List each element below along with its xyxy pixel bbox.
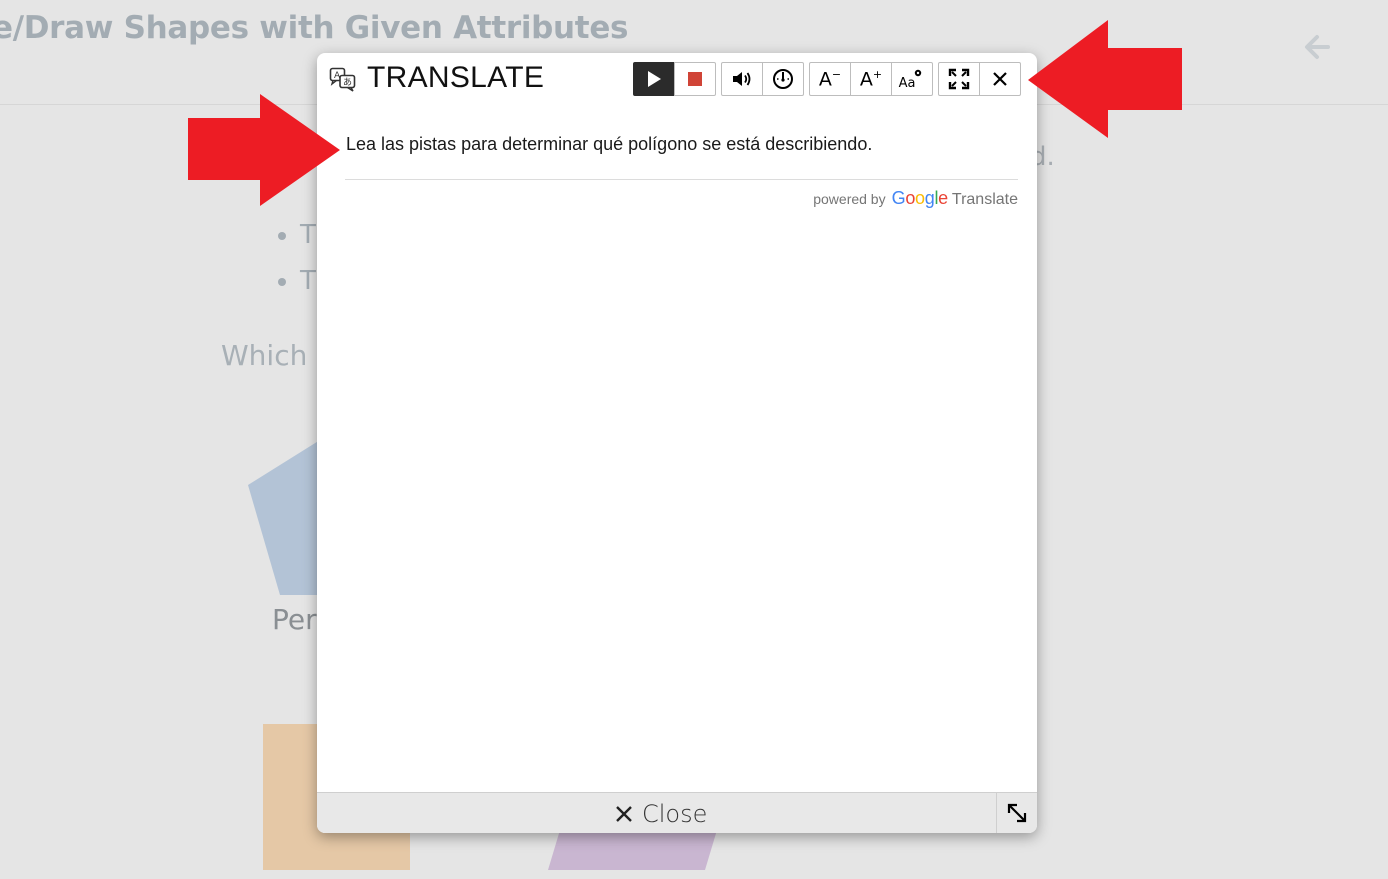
volume-icon: [733, 72, 751, 86]
divider: [345, 179, 1018, 180]
audio-controls: [721, 62, 804, 96]
red-arrow-left-annotation: [1028, 20, 1182, 138]
volume-button[interactable]: [721, 62, 763, 96]
play-icon: [648, 71, 661, 87]
stop-button[interactable]: [674, 62, 716, 96]
close-x-icon: [614, 804, 634, 824]
red-arrow-right-annotation: [188, 94, 340, 206]
close-label: Close: [642, 800, 708, 828]
resize-button[interactable]: [996, 793, 1037, 833]
font-decrease-button[interactable]: A−: [809, 62, 851, 96]
translate-icon: A あ: [329, 67, 356, 92]
gear-icon: [915, 69, 922, 77]
close-toolbar-button[interactable]: [979, 62, 1021, 96]
pentagon-shape[interactable]: [248, 440, 320, 595]
google-logo: Google: [891, 188, 949, 208]
powered-by-google-translate[interactable]: powered by Google Translate: [813, 188, 1018, 209]
playback-controls: [633, 62, 716, 96]
speedometer-icon: [773, 69, 793, 89]
font-controls: A− A+ Aa: [809, 62, 933, 96]
parallelogram-shape[interactable]: [548, 830, 717, 870]
fullscreen-icon: [948, 68, 970, 90]
dialog-title: TRANSLATE: [367, 61, 545, 94]
window-controls: [938, 62, 1021, 96]
font-decrease-label: A−: [818, 67, 842, 91]
play-button[interactable]: [633, 62, 675, 96]
fullscreen-button[interactable]: [938, 62, 980, 96]
font-increase-button[interactable]: A+: [850, 62, 892, 96]
dialog-footer: Close: [317, 792, 1037, 833]
font-settings-button[interactable]: Aa: [891, 62, 933, 96]
translate-product-label: Translate: [951, 191, 1018, 208]
svg-text:あ: あ: [343, 77, 352, 88]
font-increase-label: A+: [859, 67, 883, 91]
speed-button[interactable]: [762, 62, 804, 96]
close-button[interactable]: Close: [614, 799, 707, 829]
powered-by-label: powered by: [813, 191, 886, 207]
resize-icon: [1007, 803, 1027, 823]
stop-icon: [688, 72, 702, 86]
close-icon: [993, 72, 1007, 86]
translated-text: Lea las pistas para determinar qué políg…: [346, 134, 873, 154]
translate-dialog: A あ TRANSLATE A− A+ Aa Lea las pistas pa…: [317, 53, 1037, 833]
